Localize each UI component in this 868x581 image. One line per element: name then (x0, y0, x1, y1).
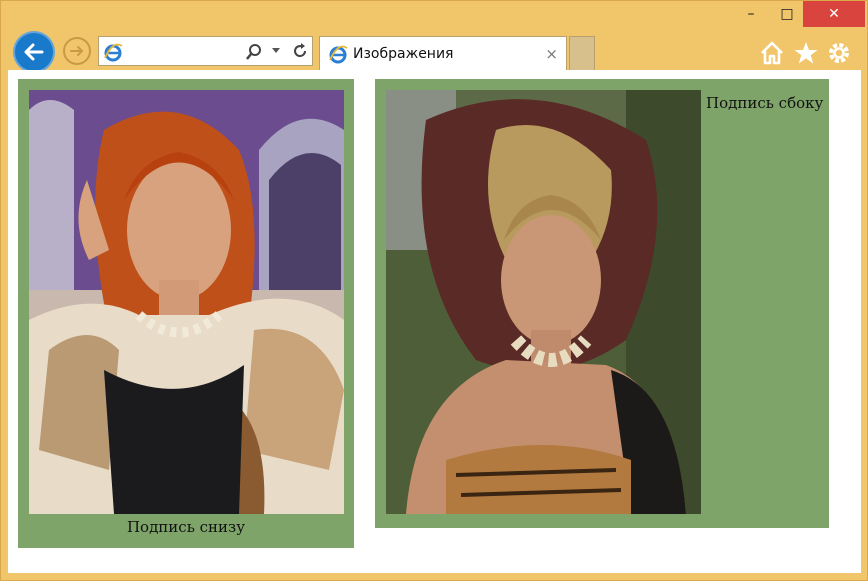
new-tab-button[interactable] (569, 36, 595, 70)
photo-woman-curly-hair (386, 90, 701, 514)
minimize-button[interactable]: – (737, 1, 765, 27)
forward-button[interactable] (63, 37, 91, 65)
page-content: Подпись снизу Подпись сбоку (8, 70, 861, 573)
caption-bottom: Подпись снизу (126, 518, 246, 536)
gear-icon[interactable] (825, 39, 853, 67)
star-icon[interactable] (792, 39, 820, 67)
tab-images[interactable]: Изображения × (319, 36, 567, 70)
browser-window: – □ ✕ Изображения × Подпись снизу Подпис… (0, 0, 868, 581)
ie-logo-icon (329, 45, 348, 64)
back-arrow-icon (24, 43, 44, 61)
back-button[interactable] (13, 31, 55, 73)
maximize-button[interactable]: □ (773, 1, 801, 27)
photo-woman-red-hair (29, 90, 344, 514)
search-icon[interactable] (245, 43, 263, 61)
address-bar[interactable] (98, 36, 313, 66)
refresh-icon[interactable] (291, 42, 309, 60)
caption-side: Подпись сбоку (706, 94, 824, 112)
figure-caption-bottom: Подпись снизу (18, 79, 354, 548)
close-window-button[interactable]: ✕ (803, 1, 865, 27)
tab-title: Изображения (353, 46, 454, 62)
figure-caption-side: Подпись сбоку (375, 79, 829, 528)
forward-arrow-icon (70, 46, 84, 56)
home-icon[interactable] (758, 39, 786, 67)
ie-logo-icon (104, 43, 123, 62)
dropdown-icon[interactable] (271, 47, 281, 55)
close-icon[interactable]: × (545, 45, 558, 63)
